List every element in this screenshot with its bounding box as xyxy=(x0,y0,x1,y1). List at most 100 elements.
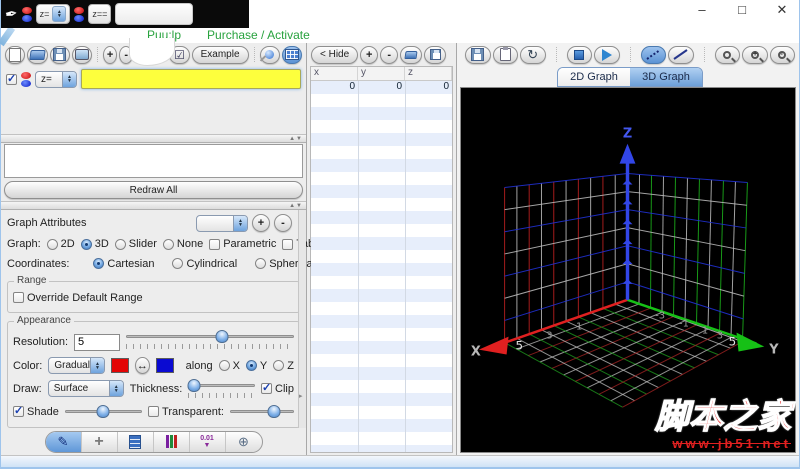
radio-spherical[interactable]: Spherical xyxy=(255,258,315,270)
add-row-button[interactable]: + xyxy=(360,46,378,64)
app-pen-icon: ✒ xyxy=(4,4,20,24)
table-row[interactable]: 0 0 0 xyxy=(311,81,452,94)
cell-z[interactable]: 0 xyxy=(405,81,452,94)
radio-cartesian[interactable]: Cartesian xyxy=(93,258,154,270)
swap-colors-button[interactable]: ↔ xyxy=(135,357,150,374)
radio-along-z[interactable]: Z xyxy=(273,360,294,372)
radio-along-y[interactable]: Y xyxy=(246,360,267,372)
remove-row-button[interactable]: - xyxy=(380,46,398,64)
save-image-button[interactable] xyxy=(465,46,491,64)
dotted-line-tool-button[interactable] xyxy=(641,46,667,64)
open-table-button[interactable] xyxy=(400,46,422,64)
radio-cylindrical[interactable]: Cylindrical xyxy=(172,258,237,270)
status-bar xyxy=(1,455,799,467)
color-from-swatch[interactable] xyxy=(111,358,129,373)
minimize-button[interactable]: – xyxy=(693,2,711,18)
color-to-swatch[interactable] xyxy=(156,358,174,373)
stop-button[interactable] xyxy=(567,46,593,64)
pin-button[interactable] xyxy=(260,46,280,64)
equation-enabled-checkbox[interactable] xyxy=(6,74,17,85)
column-header-z[interactable]: z xyxy=(405,67,452,80)
app-window: ✒ z= ▲▼ z== – □ ✕ Puu:lp Purchase / Acti… xyxy=(0,0,800,469)
solid-line-tool-button[interactable] xyxy=(668,46,694,64)
splitter-handle[interactable]: ▲▼ xyxy=(1,134,306,143)
graph-toolbar: ↻ xyxy=(457,43,799,66)
panel-scrollbar[interactable] xyxy=(298,210,306,428)
transparent-checkbox[interactable]: Transparent: xyxy=(148,406,224,418)
splitter-handle[interactable]: ▲▼ xyxy=(1,201,306,210)
column-header-x[interactable]: x xyxy=(311,67,358,80)
hide-table-button[interactable]: < Hide xyxy=(311,46,358,64)
coordinates-label: Coordinates: xyxy=(7,258,69,270)
tab-3d-graph[interactable]: 3D Graph xyxy=(630,68,702,86)
cell-x[interactable]: 0 xyxy=(311,81,358,94)
shade-slider[interactable] xyxy=(65,405,142,419)
toolbar-separator xyxy=(704,47,705,62)
along-label: along xyxy=(186,360,213,372)
graph-canvas[interactable]: XYZ5531-3-113 脚本之家 www.jb51.net xyxy=(460,87,796,453)
magnifier-plus-icon xyxy=(751,51,759,59)
radio-2d[interactable]: 2D xyxy=(47,238,75,250)
equation-type-dropdown[interactable]: z= ▲▼ xyxy=(35,71,77,88)
preset-dropdown[interactable]: ▲▼ xyxy=(196,215,248,232)
redraw-all-button[interactable]: Redraw All xyxy=(4,181,303,199)
color-mode-dropdown[interactable]: Gradual ▲▼ xyxy=(48,357,105,374)
radio-3d[interactable]: 3D xyxy=(81,238,109,250)
clip-checkbox[interactable]: Clip xyxy=(261,383,294,395)
tab-web[interactable]: ⊕ xyxy=(226,432,262,452)
color-label: Color: xyxy=(13,360,42,372)
thickness-slider[interactable] xyxy=(188,379,255,393)
play-button[interactable] xyxy=(594,46,620,64)
radio-slider[interactable]: Slider xyxy=(115,238,157,250)
transparent-slider[interactable] xyxy=(230,405,294,419)
tab-2d-graph[interactable]: 2D Graph xyxy=(558,68,630,86)
override-range-checkbox[interactable]: Override Default Range xyxy=(13,292,143,304)
radio-along-x[interactable]: X xyxy=(219,360,240,372)
close-button[interactable]: ✕ xyxy=(773,2,791,18)
menu-bar: Puu:lp Purchase / Activate xyxy=(1,26,799,43)
copy-button[interactable] xyxy=(493,46,519,64)
zoom-in-button[interactable] xyxy=(742,46,768,64)
checkbox-parametric[interactable]: Parametric xyxy=(209,238,276,250)
remove-preset-button[interactable]: - xyxy=(274,214,292,232)
rotate-icon: ↻ xyxy=(527,48,538,61)
zoom-out-button[interactable] xyxy=(770,46,796,64)
calculator-icon xyxy=(129,435,141,449)
save-file-button[interactable] xyxy=(50,46,70,64)
svg-text:Z: Z xyxy=(623,127,632,142)
equation-fragment[interactable]: z== xyxy=(88,4,111,24)
resolution-input[interactable] xyxy=(74,334,120,351)
svg-text:1: 1 xyxy=(702,326,708,337)
tab-calculator[interactable] xyxy=(118,432,154,452)
rotate-button[interactable]: ↻ xyxy=(520,46,546,64)
tab-equations[interactable]: ✎ xyxy=(46,432,82,452)
watermark: 脚本之家 www.jb51.net xyxy=(655,401,791,450)
menu-purchase-activate[interactable]: Purchase / Activate xyxy=(207,28,310,42)
export-button[interactable] xyxy=(72,46,92,64)
open-file-button[interactable] xyxy=(27,46,47,64)
show-table-button[interactable] xyxy=(282,46,302,64)
draw-mode-dropdown[interactable]: Surface ▲▼ xyxy=(48,380,124,397)
add-equation-button[interactable]: + xyxy=(103,46,117,64)
equation-input[interactable] xyxy=(81,69,301,89)
tooltip-artifact xyxy=(129,38,175,66)
column-header-y[interactable]: y xyxy=(358,67,405,80)
resolution-slider[interactable] xyxy=(126,330,294,344)
tab-axes[interactable]: + xyxy=(82,432,118,452)
tab-library[interactable] xyxy=(154,432,190,452)
radio-none[interactable]: None xyxy=(163,238,203,250)
maximize-button[interactable]: □ xyxy=(733,2,751,18)
equation-selector-fragment[interactable]: z= ▲▼ xyxy=(36,4,71,24)
range-group: Range Override Default Range xyxy=(7,281,300,314)
add-preset-button[interactable]: + xyxy=(252,214,270,232)
zoom-tool-button[interactable] xyxy=(715,46,741,64)
graph-type-label: Graph: xyxy=(7,238,41,250)
new-document-button[interactable] xyxy=(5,46,25,64)
example-button[interactable]: Example xyxy=(192,46,249,64)
tab-precision[interactable]: 0.01▼ xyxy=(190,432,226,452)
save-table-button[interactable] xyxy=(424,46,446,64)
shade-checkbox[interactable]: Shade xyxy=(13,406,59,418)
table-body[interactable]: 0 0 0 xyxy=(311,81,452,452)
cell-y[interactable]: 0 xyxy=(358,81,405,94)
open-folder-icon xyxy=(405,51,418,59)
